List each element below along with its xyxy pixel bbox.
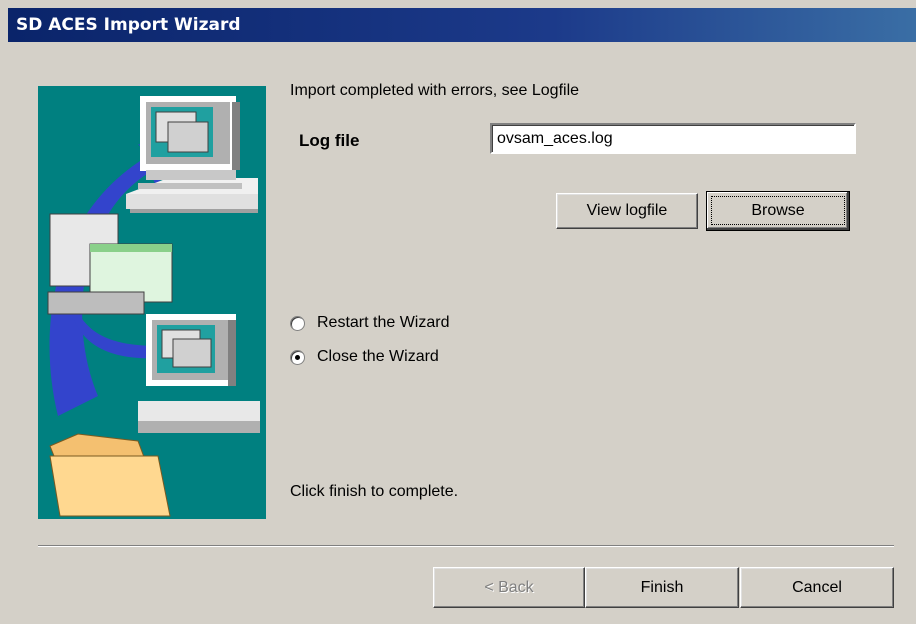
restart-wizard-option[interactable]: Restart the Wizard [290,312,449,334]
restart-radio[interactable] [290,315,305,331]
footer-divider [38,545,894,547]
close-radio[interactable] [290,349,305,365]
finish-hint: Click finish to complete. [290,483,459,500]
logfile-label: Log file [299,131,360,150]
wizard-window: SD ACES Import Wizard Import completed w… [0,0,916,624]
close-wizard-option[interactable]: Close the Wizard [290,346,439,368]
status-message: Import completed with errors, see Logfil… [290,82,580,99]
title-bar[interactable]: SD ACES Import Wizard [8,8,916,42]
window-title: SD ACES Import Wizard [16,15,241,35]
back-label: < Back [484,579,534,596]
close-label: Close the Wizard [317,348,439,365]
browse-label: Browse [711,196,845,225]
back-button[interactable]: < Back [433,567,585,608]
cancel-label: Cancel [792,579,842,596]
finish-button[interactable]: Finish [585,567,739,608]
finish-label: Finish [640,579,684,596]
logfile-input[interactable] [490,123,856,154]
view-logfile-label: View logfile [586,202,668,219]
wizard-illustration [38,86,266,519]
computers-transfer-icon [47,96,260,517]
cancel-button[interactable]: Cancel [740,567,894,608]
restart-label: Restart the Wizard [317,314,450,331]
view-logfile-button[interactable]: View logfile [556,193,698,229]
browse-button[interactable]: Browse [706,191,850,231]
